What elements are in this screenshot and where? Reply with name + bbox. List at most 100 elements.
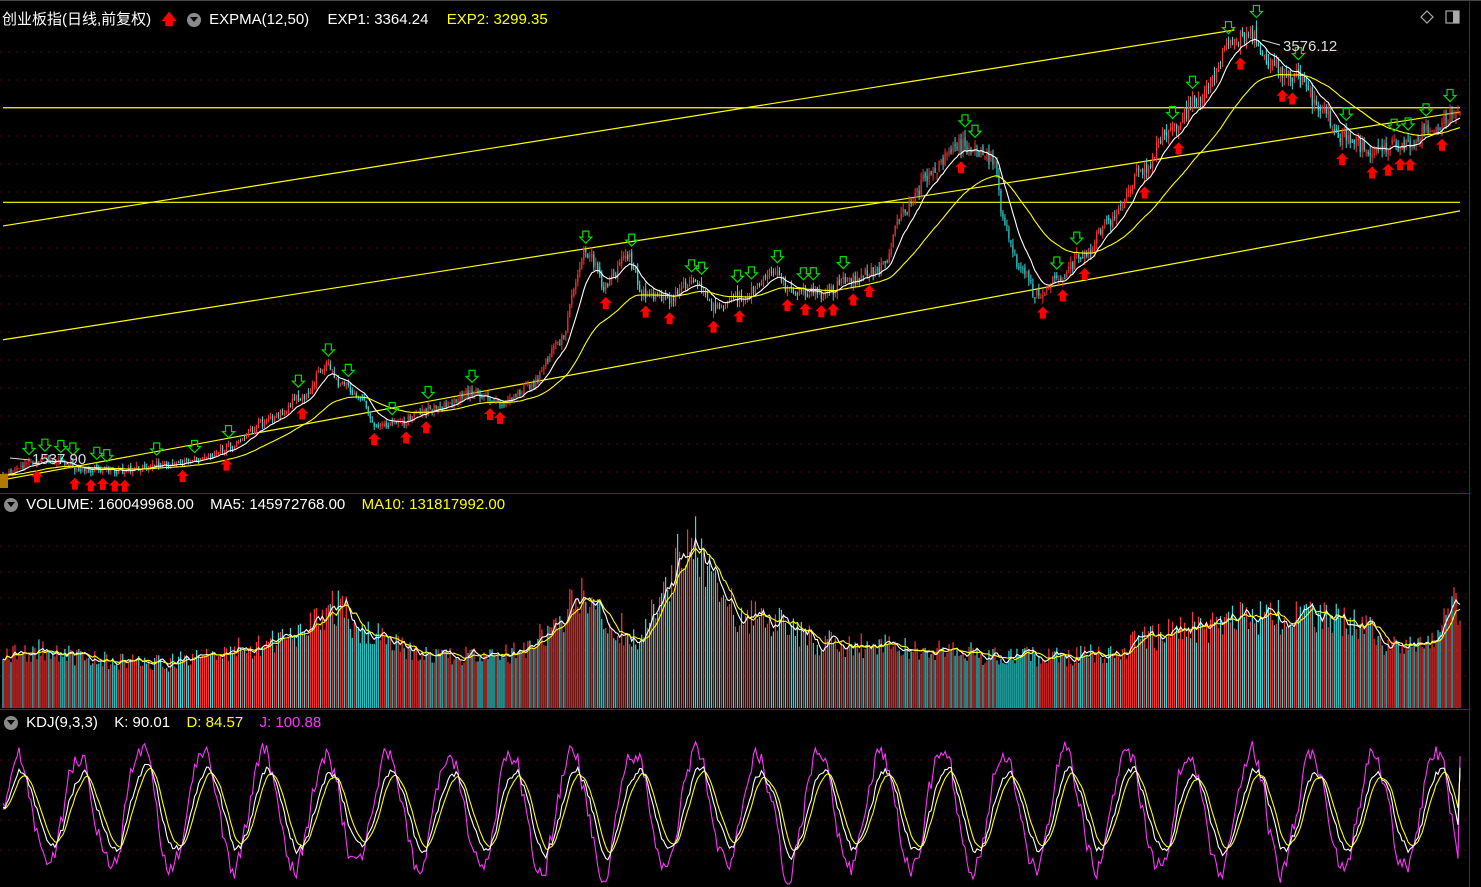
volume-bar [479,656,481,708]
volume-bar [1179,616,1182,708]
volume-bar [1353,609,1355,708]
volume-bar [321,609,323,708]
candle-body [1331,129,1333,131]
volume-bar [597,599,599,708]
candle-body [986,153,988,161]
volume-bar [323,629,325,708]
candle-body [914,193,916,203]
candle-body [778,269,781,276]
volume-bar [1283,617,1285,708]
dropdown-icon[interactable] [4,716,18,730]
chart-background [0,0,1481,887]
volume-bar [816,644,818,708]
candle-body [838,279,840,285]
candle-body [609,279,611,286]
candle-body [527,383,529,385]
volume-bar [1074,662,1076,708]
volume-bar [90,665,92,708]
candle-body [593,254,595,267]
volume-bar [890,648,892,708]
candle-body [966,146,968,155]
dropdown-icon[interactable] [4,498,18,512]
volume-bar [535,646,537,708]
volume-bar [880,638,882,708]
volume-bar [439,653,441,708]
candle-body [116,471,118,474]
candle-body [547,359,549,362]
candle-body [1138,168,1140,170]
maximize-icon[interactable] [1445,10,1460,24]
diamond-icon[interactable] [1420,10,1434,24]
candle-body [1293,72,1295,81]
volume-bar [942,647,944,708]
volume-bar [904,638,906,708]
candle-body [1229,39,1232,46]
candle-body [1207,85,1210,89]
candle-body [1233,38,1236,49]
volume-bar [704,586,707,708]
candle-body [631,251,633,270]
volume-bar [391,650,393,708]
volume-bar [998,664,1000,708]
candle-body [1094,242,1096,251]
volume-bar [950,649,952,708]
candle-body [589,255,591,257]
candle-body [1311,87,1313,106]
candle-body [203,457,206,459]
volume-bar [235,656,238,708]
candle-body [1175,125,1178,131]
candle-body [742,300,745,302]
volume-bar [912,651,914,708]
candle-body [545,361,547,367]
kdj-indicator-name[interactable]: KDJ(9,3,3) [26,713,98,733]
scroll-handle[interactable] [0,474,8,488]
candle-body [856,276,858,285]
volume-bar [702,552,705,708]
volume-bar [361,625,363,708]
volume-bar [369,643,371,708]
volume-bar [1431,632,1433,708]
candle-body [423,409,425,411]
expma-indicator-name[interactable]: EXPMA(12,50) [209,10,309,30]
volume-bar [423,659,425,708]
candle-body [1213,73,1216,80]
candle-body [936,172,938,174]
volume-bar [1455,592,1457,708]
volume-bar [88,657,90,708]
candle-body [1317,105,1319,111]
candle-body [479,391,481,398]
candle-body [1120,204,1122,206]
candle-body [696,282,699,285]
candle-body [1333,129,1335,131]
volume-value[interactable]: VOLUME: 160049968.00 [26,495,194,515]
candle-body [1022,268,1024,270]
volume-bar [62,656,64,708]
volume-bar [409,642,411,708]
candle-body [669,297,671,304]
candle-body [571,294,573,305]
volume-bar [1281,629,1283,708]
volume-panel-header: VOLUME: 160049968.00 MA5: 145972768.00 M… [0,495,505,515]
volume-bar [485,655,487,708]
volume-bar [64,648,66,708]
volume-bar [583,590,585,708]
volume-bar [40,655,42,708]
volume-bar [315,607,317,708]
volume-bar [625,634,627,708]
volume-bar [758,616,761,708]
kdj-j-value: J: 100.88 [259,714,322,731]
volume-bar [1100,657,1102,708]
candle-body [543,367,545,370]
candle-body [1056,275,1058,278]
candle-body [10,469,12,473]
volume-bar [641,634,643,708]
candle-body [878,267,880,273]
candle-body [1102,226,1104,236]
dropdown-icon[interactable] [186,13,201,27]
candle-body [1329,111,1331,127]
volume-bar [393,650,395,708]
volume-bar [387,637,389,708]
candle-body [261,419,264,428]
candle-body [1014,254,1016,256]
volume-bar [910,651,912,708]
